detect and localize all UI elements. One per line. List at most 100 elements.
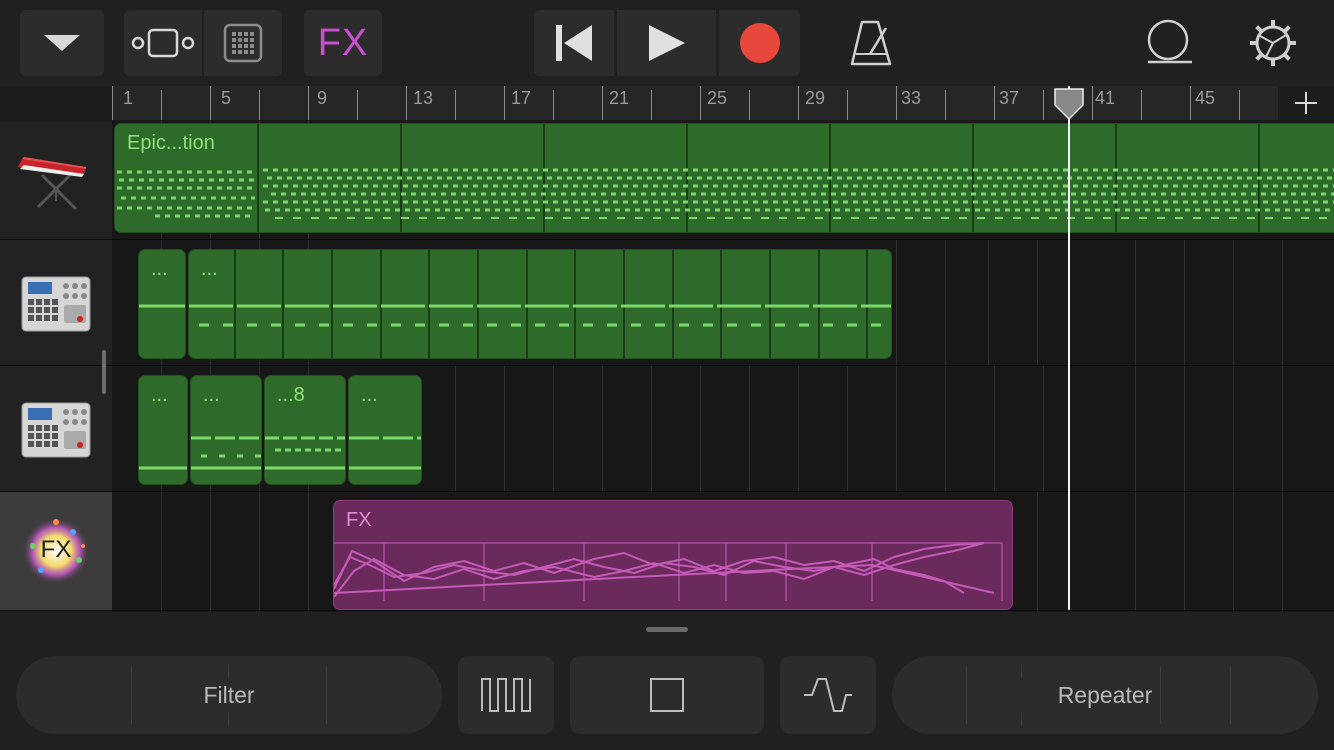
grid-line bbox=[988, 240, 989, 365]
ruler-tick bbox=[749, 90, 750, 120]
repeater-pad[interactable]: Repeater bbox=[892, 656, 1318, 734]
ruler-bar-number: 21 bbox=[609, 88, 630, 108]
grid-line bbox=[1135, 240, 1136, 365]
plus-icon bbox=[1295, 92, 1317, 114]
region-label: ... bbox=[203, 384, 220, 406]
ruler-tick bbox=[1190, 86, 1191, 120]
ruler-tick bbox=[406, 86, 407, 120]
gate-wave-icon bbox=[481, 678, 531, 712]
grid-line bbox=[1282, 492, 1283, 610]
ruler-marks: 1 5 9 13 17 21 25 29 33 37 41 45 bbox=[112, 86, 1278, 120]
pad-divider bbox=[1021, 712, 1022, 726]
pattern-region[interactable]: ... bbox=[188, 249, 892, 359]
drag-handle[interactable] bbox=[646, 627, 688, 632]
grid-line bbox=[1233, 240, 1234, 365]
grid-line bbox=[602, 366, 603, 491]
fx-track-icon-label: FX bbox=[40, 536, 72, 563]
pattern-region[interactable]: ... bbox=[348, 375, 422, 485]
region-label: ...8 bbox=[277, 384, 305, 406]
ruler-tick bbox=[847, 90, 848, 120]
grid-line bbox=[945, 240, 946, 365]
vinyl-scratch-button[interactable] bbox=[780, 656, 876, 734]
settings-button[interactable] bbox=[1248, 18, 1298, 68]
grid-line bbox=[1233, 492, 1234, 610]
track-header-fx[interactable]: FX bbox=[0, 492, 112, 611]
grid-line bbox=[1184, 492, 1185, 610]
gear-icon bbox=[1250, 20, 1296, 66]
loop-icon bbox=[1147, 19, 1192, 64]
grid-line bbox=[1282, 240, 1283, 365]
play-button[interactable] bbox=[617, 10, 716, 76]
fx-automation-region[interactable]: FX bbox=[333, 500, 1013, 610]
fx-label: FX bbox=[317, 21, 369, 64]
region-notes bbox=[349, 436, 421, 470]
pattern-region[interactable]: ... bbox=[138, 375, 188, 485]
pad-divider bbox=[228, 664, 229, 678]
grid-line bbox=[259, 492, 260, 610]
tracks-view-button[interactable] bbox=[124, 10, 202, 76]
ruler-tick bbox=[1043, 90, 1044, 120]
lane-drum-machine-1: ... ... bbox=[112, 240, 1334, 366]
ruler-tick bbox=[1092, 86, 1093, 120]
grid-line bbox=[1135, 492, 1136, 610]
ruler-bar-number: 25 bbox=[707, 88, 728, 108]
repeater-label: Repeater bbox=[1057, 681, 1153, 708]
pattern-region[interactable]: ... bbox=[138, 249, 186, 359]
metronome-icon bbox=[850, 20, 892, 66]
ruler-bar-number: 17 bbox=[511, 88, 532, 108]
playhead-handle[interactable] bbox=[1053, 87, 1085, 121]
loop-browser-button[interactable] bbox=[1144, 18, 1194, 68]
ruler-bar-number: 37 bbox=[999, 88, 1020, 108]
pad-divider bbox=[1230, 666, 1231, 724]
filter-label: Filter bbox=[203, 681, 255, 708]
midi-region-epic[interactable]: Epic...tion bbox=[114, 123, 1334, 233]
ruler-tick bbox=[994, 86, 995, 120]
drum-machine-icon bbox=[21, 402, 91, 457]
ruler-tick bbox=[161, 90, 162, 120]
playhead-icon bbox=[1054, 88, 1084, 121]
ruler-tick bbox=[798, 86, 799, 120]
pattern-region[interactable]: ...8 bbox=[264, 375, 346, 485]
pattern-region[interactable]: ... bbox=[190, 375, 262, 485]
lane-fx: FX bbox=[112, 492, 1334, 611]
skip-back-icon bbox=[556, 25, 592, 61]
grid-view-button[interactable] bbox=[204, 10, 282, 76]
keyboard-instrument-icon bbox=[18, 157, 86, 211]
grid-line bbox=[308, 492, 309, 610]
view-menu-button[interactable] bbox=[20, 10, 104, 76]
grid-line bbox=[1037, 240, 1038, 365]
region-label: ... bbox=[201, 258, 218, 280]
track-list-scrollbar[interactable] bbox=[102, 350, 106, 394]
grid-line bbox=[161, 492, 162, 610]
ruler-bar-number: 45 bbox=[1195, 88, 1216, 108]
grid-line bbox=[798, 366, 799, 491]
grid-line bbox=[1233, 366, 1234, 491]
grid-line bbox=[1282, 366, 1283, 491]
control-bar: FX bbox=[0, 0, 1334, 86]
stop-square-icon bbox=[650, 678, 684, 712]
ruler-bar-number: 29 bbox=[805, 88, 826, 108]
track-header-keyboard[interactable] bbox=[0, 121, 112, 240]
track-header-drum-machine-1[interactable] bbox=[0, 240, 112, 366]
fx-button[interactable]: FX bbox=[304, 10, 382, 76]
ruler-bar-number: 9 bbox=[317, 88, 328, 108]
grid-line bbox=[553, 366, 554, 491]
record-button[interactable] bbox=[719, 10, 800, 76]
grid-line bbox=[210, 492, 211, 610]
stop-button[interactable] bbox=[570, 656, 764, 734]
filter-pad[interactable]: Filter bbox=[16, 656, 442, 734]
metronome-button[interactable] bbox=[848, 18, 896, 68]
ruler-tick bbox=[357, 90, 358, 120]
grid-icon bbox=[223, 23, 263, 63]
track-header-drum-machine-2[interactable] bbox=[0, 366, 112, 492]
region-notes bbox=[191, 436, 261, 470]
pad-divider bbox=[1160, 666, 1161, 724]
ruler-tick bbox=[308, 86, 309, 120]
bar-ruler[interactable]: 1 5 9 13 17 21 25 29 33 37 41 45 bbox=[112, 86, 1278, 120]
add-track-button[interactable] bbox=[1278, 86, 1334, 120]
chevron-down-icon bbox=[44, 35, 80, 51]
grid-line bbox=[504, 366, 505, 491]
region-label: ... bbox=[151, 384, 168, 406]
go-to-beginning-button[interactable] bbox=[534, 10, 614, 76]
gater-button[interactable] bbox=[458, 656, 554, 734]
